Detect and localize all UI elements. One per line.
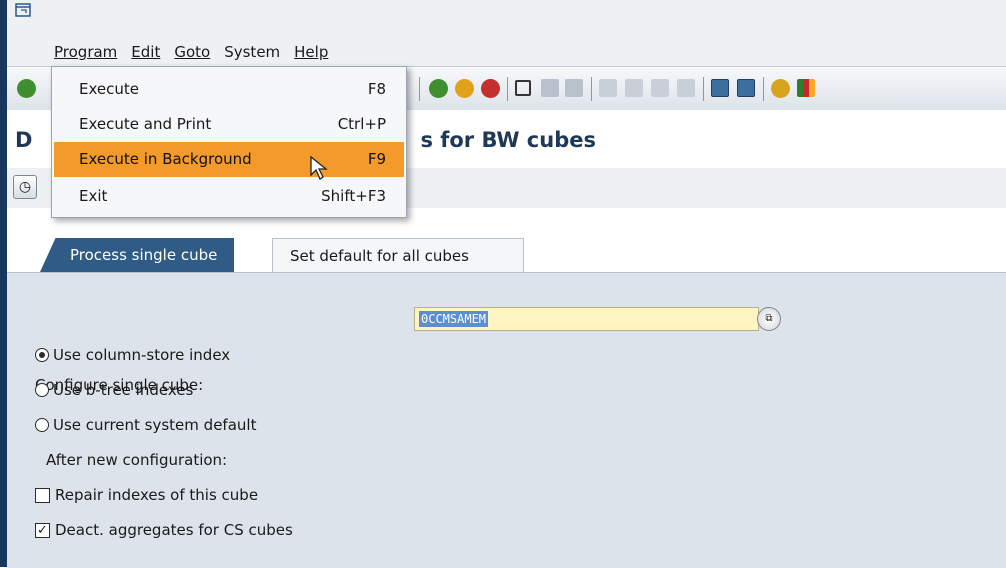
checkbox[interactable] bbox=[35, 487, 50, 503]
menu-goto[interactable]: Goto bbox=[167, 40, 217, 64]
checkbox-label: Deact. aggregates for CS cubes bbox=[55, 521, 293, 539]
radio-system-default[interactable]: Use current system default bbox=[35, 412, 256, 438]
radio-label: Use b-tree indexes bbox=[53, 381, 194, 399]
radio-button[interactable] bbox=[35, 418, 49, 432]
layout-menu-icon[interactable] bbox=[797, 79, 815, 97]
radio-button[interactable] bbox=[35, 383, 49, 397]
sap-window: Program Edit Goto System Help Ds for BW … bbox=[7, 0, 1006, 568]
radio-button[interactable] bbox=[35, 348, 49, 362]
toolbar-separator bbox=[419, 77, 420, 101]
radio-label: Use current system default bbox=[53, 416, 257, 434]
menu-edit[interactable]: Edit bbox=[124, 40, 167, 64]
after-label-text: After new configuration: bbox=[46, 451, 228, 469]
cancel-icon[interactable] bbox=[481, 79, 500, 98]
tabstrip: Process single cube Set default for all … bbox=[7, 208, 1006, 568]
print-icon[interactable] bbox=[515, 80, 531, 96]
exit-icon[interactable] bbox=[455, 79, 474, 98]
menu-item-execute[interactable]: Execute F8 bbox=[54, 72, 404, 107]
menu-help[interactable]: Help bbox=[287, 40, 335, 64]
value-help-icon: ⧉ bbox=[765, 313, 773, 324]
previous-page-icon[interactable] bbox=[625, 79, 643, 97]
menu-program[interactable]: Program bbox=[47, 40, 124, 64]
toolbar-separator bbox=[703, 77, 704, 101]
checkbox[interactable]: ✓ bbox=[35, 522, 50, 538]
checkbox-repair-indexes[interactable]: Repair indexes of this cube bbox=[35, 482, 258, 508]
radio-label: Use column-store index bbox=[53, 346, 231, 364]
radio-btree[interactable]: Use b-tree indexes bbox=[35, 377, 193, 403]
help-icon[interactable] bbox=[771, 79, 790, 98]
toolbar-separator bbox=[507, 77, 508, 101]
toolbar-separator bbox=[763, 77, 764, 101]
clock-icon: ◷ bbox=[18, 179, 32, 195]
checkbox-deactivate-aggregates[interactable]: ✓ Deact. aggregates for CS cubes bbox=[35, 517, 293, 543]
program-menu-dropdown: Execute F8 Execute and Print Ctrl+P Exec… bbox=[51, 66, 407, 218]
enter-icon[interactable] bbox=[17, 79, 36, 98]
after-configuration-label: After new configuration: bbox=[46, 447, 227, 473]
menu-item-exit[interactable]: Exit Shift+F3 bbox=[54, 179, 404, 214]
tab-process-single-cube[interactable]: Process single cube bbox=[40, 238, 234, 272]
find-next-icon[interactable] bbox=[565, 79, 583, 97]
back-icon[interactable] bbox=[429, 79, 448, 98]
system-menu-icon[interactable] bbox=[15, 3, 31, 17]
shortcut-icon[interactable] bbox=[737, 79, 755, 97]
cube-input-value: 0CCMSAMEM bbox=[419, 311, 489, 327]
find-icon[interactable] bbox=[541, 79, 559, 97]
window-left-border bbox=[0, 0, 7, 567]
value-help-button[interactable]: ⧉ bbox=[757, 307, 781, 331]
execute-button[interactable]: ◷ bbox=[13, 175, 37, 199]
menu-bar: Program Edit Goto System Help bbox=[47, 40, 335, 64]
tab-set-default-all-cubes[interactable]: Set default for all cubes bbox=[272, 238, 524, 272]
radio-column-store[interactable]: Use column-store index bbox=[35, 342, 230, 368]
title-bar: Program Edit Goto System Help bbox=[7, 0, 1006, 66]
tab-panel: Configure single cube: 0CCMSAMEM ⧉ Use c… bbox=[7, 272, 1006, 568]
toolbar-separator bbox=[591, 77, 592, 101]
mouse-pointer-icon bbox=[310, 155, 328, 180]
first-page-icon[interactable] bbox=[599, 79, 617, 97]
menu-system[interactable]: System bbox=[217, 40, 287, 64]
next-page-icon[interactable] bbox=[651, 79, 669, 97]
last-page-icon[interactable] bbox=[677, 79, 695, 97]
new-session-icon[interactable] bbox=[711, 79, 729, 97]
menu-item-execute-in-background[interactable]: Execute in Background F9 bbox=[54, 142, 404, 177]
cube-input[interactable]: 0CCMSAMEM bbox=[414, 307, 759, 331]
checkbox-label: Repair indexes of this cube bbox=[55, 486, 259, 504]
menu-item-execute-and-print[interactable]: Execute and Print Ctrl+P bbox=[54, 107, 404, 142]
